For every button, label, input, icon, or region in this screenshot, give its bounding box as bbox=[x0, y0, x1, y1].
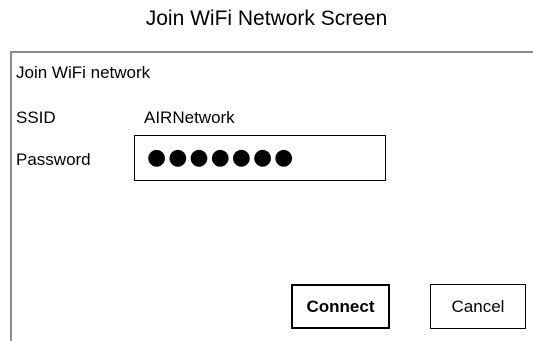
password-input[interactable]: ●●●●●●● bbox=[134, 135, 386, 181]
join-wifi-dialog: Join WiFi network SSID AIRNetwork Passwo… bbox=[10, 51, 533, 341]
password-mask: ●●●●●●● bbox=[147, 145, 296, 170]
ssid-label: SSID bbox=[16, 108, 56, 127]
password-label: Password bbox=[16, 150, 91, 169]
dialog-title: Join WiFi network bbox=[16, 63, 151, 82]
screen-caption: Join WiFi Network Screen bbox=[145, 7, 388, 30]
connect-button[interactable]: Connect bbox=[291, 284, 390, 329]
cancel-button[interactable]: Cancel bbox=[430, 284, 526, 329]
ssid-value: AIRNetwork bbox=[144, 108, 235, 127]
